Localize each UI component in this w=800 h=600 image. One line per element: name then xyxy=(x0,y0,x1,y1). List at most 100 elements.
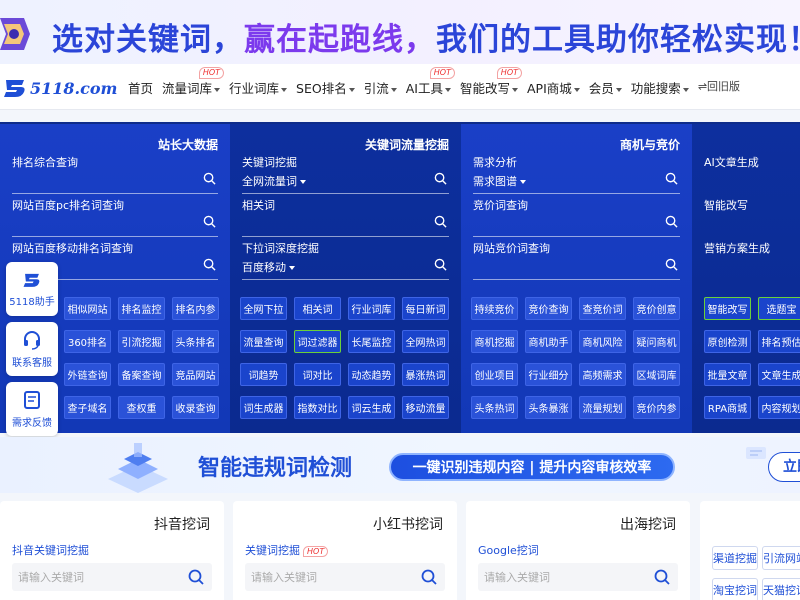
tool-button[interactable]: 查竞价词 xyxy=(579,297,626,320)
nav-item[interactable]: SEO排名 xyxy=(296,78,355,97)
tool-button[interactable]: 全网热词 xyxy=(402,330,449,353)
search-icon[interactable] xyxy=(665,258,678,271)
tool-button[interactable]: 词生成器 xyxy=(240,396,287,419)
tool-button[interactable]: 高频需求 xyxy=(579,363,626,386)
tool-button[interactable]: 备案查询 xyxy=(118,363,165,386)
tag-button[interactable]: 天猫挖词 xyxy=(762,578,800,600)
tool-button[interactable]: 360排名 xyxy=(64,330,111,353)
search-field[interactable]: 需求分析 需求图谱 xyxy=(473,154,680,194)
search-icon[interactable] xyxy=(665,172,678,185)
tag-button[interactable]: 引流网站 xyxy=(762,546,800,570)
tool-button[interactable]: 引流挖掘 xyxy=(118,330,165,353)
search-type-select[interactable]: 全网流量词 xyxy=(242,173,306,189)
search-icon[interactable] xyxy=(203,215,216,228)
tool-button[interactable]: 动态趋势 xyxy=(348,363,395,386)
tool-button[interactable]: 文章生成 xyxy=(758,363,800,386)
tool-button[interactable]: 每日新词 xyxy=(402,297,449,320)
card-tool-link[interactable]: 抖音关键词挖掘 xyxy=(12,542,89,558)
search-icon[interactable] xyxy=(203,172,216,185)
tool-button[interactable]: 批量文章 xyxy=(704,363,751,386)
tag-button[interactable]: 淘宝挖词 xyxy=(712,578,758,600)
tool-button[interactable]: 收录查询 xyxy=(172,396,219,419)
tool-button[interactable]: 区域词库 xyxy=(633,363,680,386)
search-field[interactable]: 网站竞价词查询 xyxy=(473,240,680,280)
tool-button[interactable]: 头条排名 xyxy=(172,330,219,353)
search-icon[interactable] xyxy=(188,569,204,585)
tool-button[interactable]: 流量查询 xyxy=(240,330,287,353)
tool-button[interactable]: 商机挖掘 xyxy=(471,330,518,353)
side-feedback-button[interactable]: 需求反馈 xyxy=(6,382,58,436)
search-type-select[interactable]: 需求图谱 xyxy=(473,173,526,189)
tool-button[interactable]: 持续竞价 xyxy=(471,297,518,320)
tool-button[interactable]: 商机风险 xyxy=(579,330,626,353)
tool-button[interactable]: 竞价内参 xyxy=(633,396,680,419)
search-icon[interactable] xyxy=(665,215,678,228)
tool-button[interactable]: 词过滤器 xyxy=(294,330,341,353)
tool-button[interactable]: 指数对比 xyxy=(294,396,341,419)
tool-button[interactable]: 移动流量 xyxy=(402,396,449,419)
side-support-button[interactable]: 联系客服 xyxy=(6,322,58,376)
tool-button[interactable]: 竞价创意 xyxy=(633,297,680,320)
promo-banner[interactable]: 智能违规词检测 一键识别违规内容 | 提升内容审核效率 立即 xyxy=(0,437,800,493)
tool-button[interactable]: 相似网站 xyxy=(64,297,111,320)
card-tool-link[interactable]: 关键词挖掘 HOT xyxy=(245,542,329,558)
promo-cta-button[interactable]: 立即 xyxy=(768,452,800,482)
search-icon[interactable] xyxy=(203,258,216,271)
tool-button[interactable]: 词对比 xyxy=(294,363,341,386)
tool-button[interactable]: 商机助手 xyxy=(525,330,572,353)
tool-button[interactable]: 词云生成 xyxy=(348,396,395,419)
keyword-input[interactable] xyxy=(245,563,445,591)
tool-button[interactable]: 暴涨热词 xyxy=(402,363,449,386)
tool-button[interactable]: 选题宝 xyxy=(758,297,800,320)
search-field[interactable]: 网站百度pc排名词查询 xyxy=(12,197,218,237)
site-logo[interactable]: 5118.com xyxy=(2,77,117,99)
search-field[interactable]: 智能改写 xyxy=(704,197,800,237)
search-icon[interactable] xyxy=(421,569,437,585)
nav-item[interactable]: 流量词库 HOT xyxy=(162,67,225,97)
tool-button[interactable]: 长尾监控 xyxy=(348,330,395,353)
tool-button[interactable]: RPA商城 xyxy=(704,396,751,419)
tool-button[interactable]: 疑问商机 xyxy=(633,330,680,353)
nav-item[interactable]: 行业词库 xyxy=(229,78,288,97)
search-icon[interactable] xyxy=(434,172,447,185)
tool-button[interactable]: 排名内参 xyxy=(172,297,219,320)
keyword-input[interactable] xyxy=(478,563,678,591)
tool-button[interactable]: 创业项目 xyxy=(471,363,518,386)
nav-item[interactable]: API商城 xyxy=(527,78,580,97)
tool-button[interactable]: 竞品网站 xyxy=(172,363,219,386)
tool-button[interactable]: 流量规划 xyxy=(579,396,626,419)
tool-button[interactable]: 智能改写 xyxy=(704,297,751,320)
side-assistant-button[interactable]: 5118助手 xyxy=(6,262,58,316)
tool-button[interactable]: 词趋势 xyxy=(240,363,287,386)
nav-item[interactable]: 功能搜索 xyxy=(631,78,689,97)
nav-item[interactable]: 智能改写 HOT xyxy=(460,67,522,97)
search-icon[interactable] xyxy=(434,258,447,271)
search-field[interactable]: 相关词 xyxy=(242,197,449,237)
tool-button[interactable]: 行业细分 xyxy=(525,363,572,386)
search-field[interactable]: AI文章生成 xyxy=(704,154,800,194)
tool-button[interactable]: 查子域名 xyxy=(64,396,111,419)
tool-button[interactable]: 内容规划 xyxy=(758,396,800,419)
search-icon[interactable] xyxy=(654,569,670,585)
tool-button[interactable]: 竞价查询 xyxy=(525,297,572,320)
search-field[interactable]: 排名综合查询 xyxy=(12,154,218,194)
tool-button[interactable]: 原创检测 xyxy=(704,330,751,353)
tool-button[interactable]: 排名监控 xyxy=(118,297,165,320)
tool-button[interactable]: 相关词 xyxy=(294,297,341,320)
keyword-input[interactable] xyxy=(12,563,212,591)
back-to-old-version-link[interactable]: ⇌回旧版 xyxy=(698,78,740,97)
tool-button[interactable]: 排名预估 xyxy=(758,330,800,353)
search-field[interactable]: 营销方案生成 xyxy=(704,240,800,280)
card-tool-link[interactable]: Google挖词 xyxy=(478,542,539,558)
tool-button[interactable]: 头条暴涨 xyxy=(525,396,572,419)
nav-item[interactable]: 会员 xyxy=(589,78,622,97)
search-field[interactable]: 竞价词查询 xyxy=(473,197,680,237)
search-type-select[interactable]: 百度移动 xyxy=(242,259,295,275)
nav-item[interactable]: AI工具 HOT xyxy=(406,67,455,97)
tag-button[interactable]: 渠道挖掘 xyxy=(712,546,758,570)
tool-button[interactable]: 行业词库 xyxy=(348,297,395,320)
top-banner[interactable]: 选对关键词，赢在起跑线，我们的工具助你轻松实现！ xyxy=(0,0,800,72)
tool-button[interactable]: 查权重 xyxy=(118,396,165,419)
tool-button[interactable]: 全网下拉 xyxy=(240,297,287,320)
tool-button[interactable]: 头条热词 xyxy=(471,396,518,419)
